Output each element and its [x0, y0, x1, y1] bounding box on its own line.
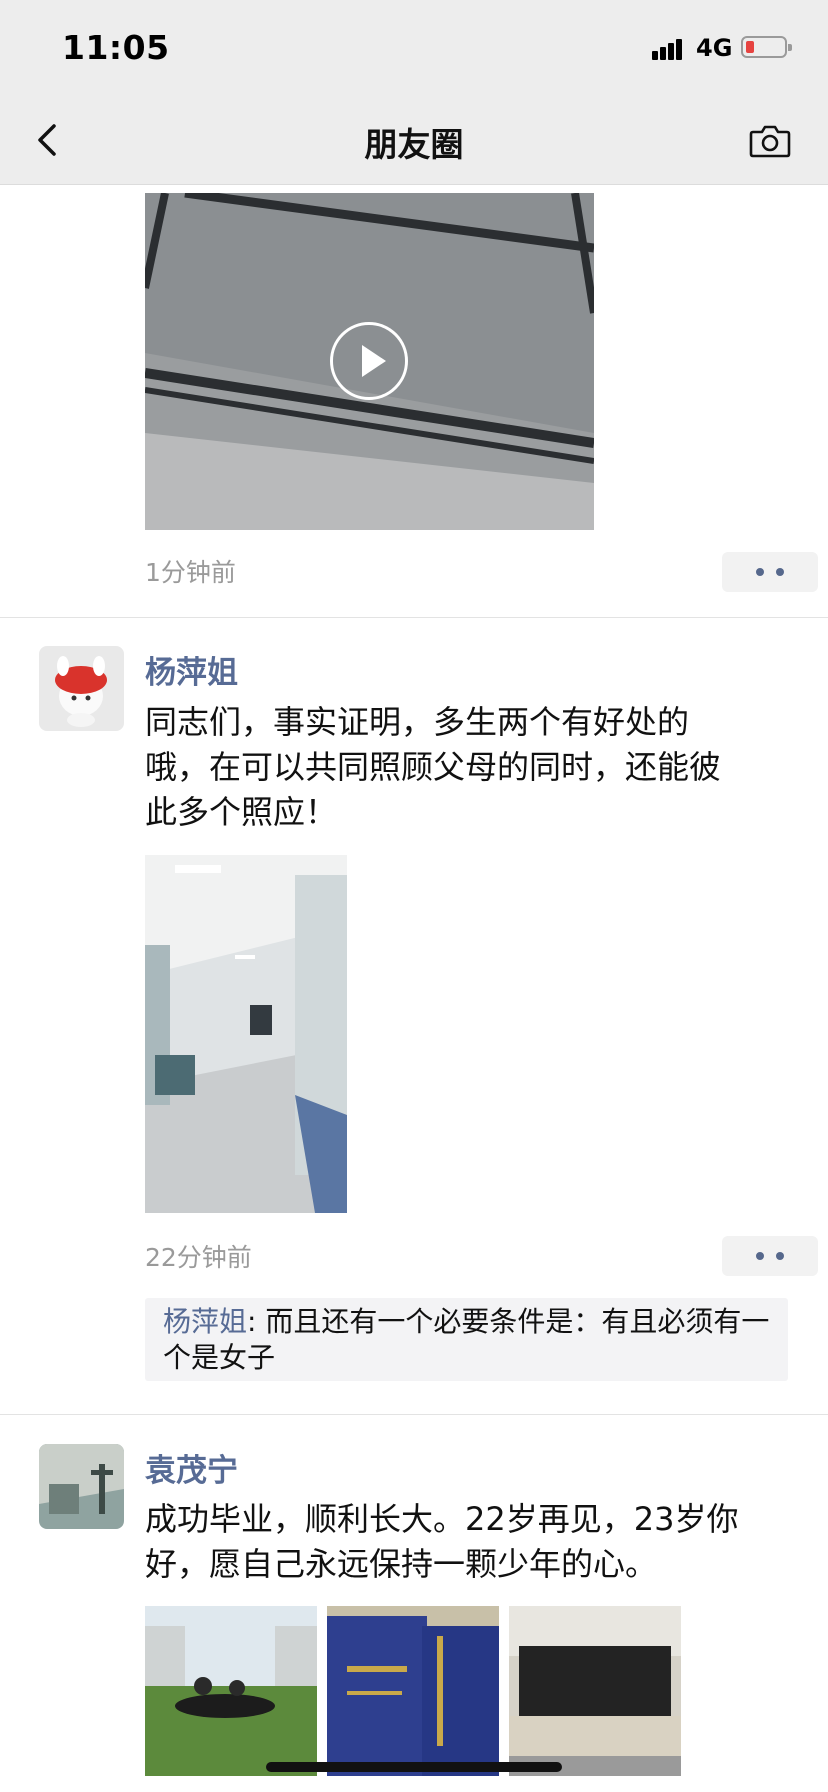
avatar[interactable]: [39, 646, 124, 731]
comments-box: 杨萍姐: 而且还有一个必要条件是：有且必须有一个是女子: [145, 1298, 788, 1381]
status-bar: 11:05 4G: [0, 0, 828, 96]
post-photo[interactable]: [327, 1606, 499, 1776]
post-username[interactable]: 袁茂宁: [145, 1445, 238, 1490]
post-username[interactable]: 杨萍姐: [145, 647, 238, 692]
post-text-line: 此多个照应！: [145, 793, 338, 831]
post-text-line: 好，愿自己永远保持一颗少年的心。: [145, 1545, 658, 1583]
post-photo[interactable]: [145, 1606, 317, 1776]
post-text-line: 成功毕业，顺利长大。22岁再见，23岁你: [145, 1500, 739, 1538]
post-text-line: 哦，在可以共同照顾父母的同时，还能彼: [145, 748, 722, 786]
home-indicator[interactable]: [266, 1762, 562, 1772]
post-text: 同志们，事实证明，多生两个有好处的 哦，在可以共同照顾父母的同时，还能彼 此多个…: [145, 700, 785, 835]
more-options-button[interactable]: [722, 1236, 818, 1276]
signal-icon: [652, 36, 688, 60]
post-timestamp: 1分钟前: [145, 558, 236, 587]
post-photo[interactable]: [509, 1606, 681, 1776]
play-icon[interactable]: [330, 322, 408, 400]
post-text: 成功毕业，顺利长大。22岁再见，23岁你 好，愿自己永远保持一颗少年的心。: [145, 1497, 785, 1587]
post-divider: [0, 1414, 828, 1415]
comment-text: : 而且还有一个必要条件是：有且必须有一个是女子: [163, 1305, 770, 1374]
post-timestamp: 22分钟前: [145, 1243, 252, 1272]
comment: 杨萍姐: 而且还有一个必要条件是：有且必须有一个是女子: [163, 1304, 773, 1376]
avatar[interactable]: [39, 1444, 124, 1529]
more-options-button[interactable]: [722, 552, 818, 592]
post-text-line: 同志们，事实证明，多生两个有好处的: [145, 703, 690, 741]
camera-icon[interactable]: [749, 124, 791, 158]
nav-bar: 朋友圈: [0, 96, 828, 185]
battery-icon: [741, 36, 792, 58]
post-photo[interactable]: [145, 855, 347, 1213]
page-title: 朋友圈: [364, 125, 464, 164]
comment-username[interactable]: 杨萍姐: [163, 1305, 247, 1338]
network-type: 4G: [696, 34, 733, 62]
status-time: 11:05: [62, 28, 170, 67]
post-divider: [0, 617, 828, 618]
